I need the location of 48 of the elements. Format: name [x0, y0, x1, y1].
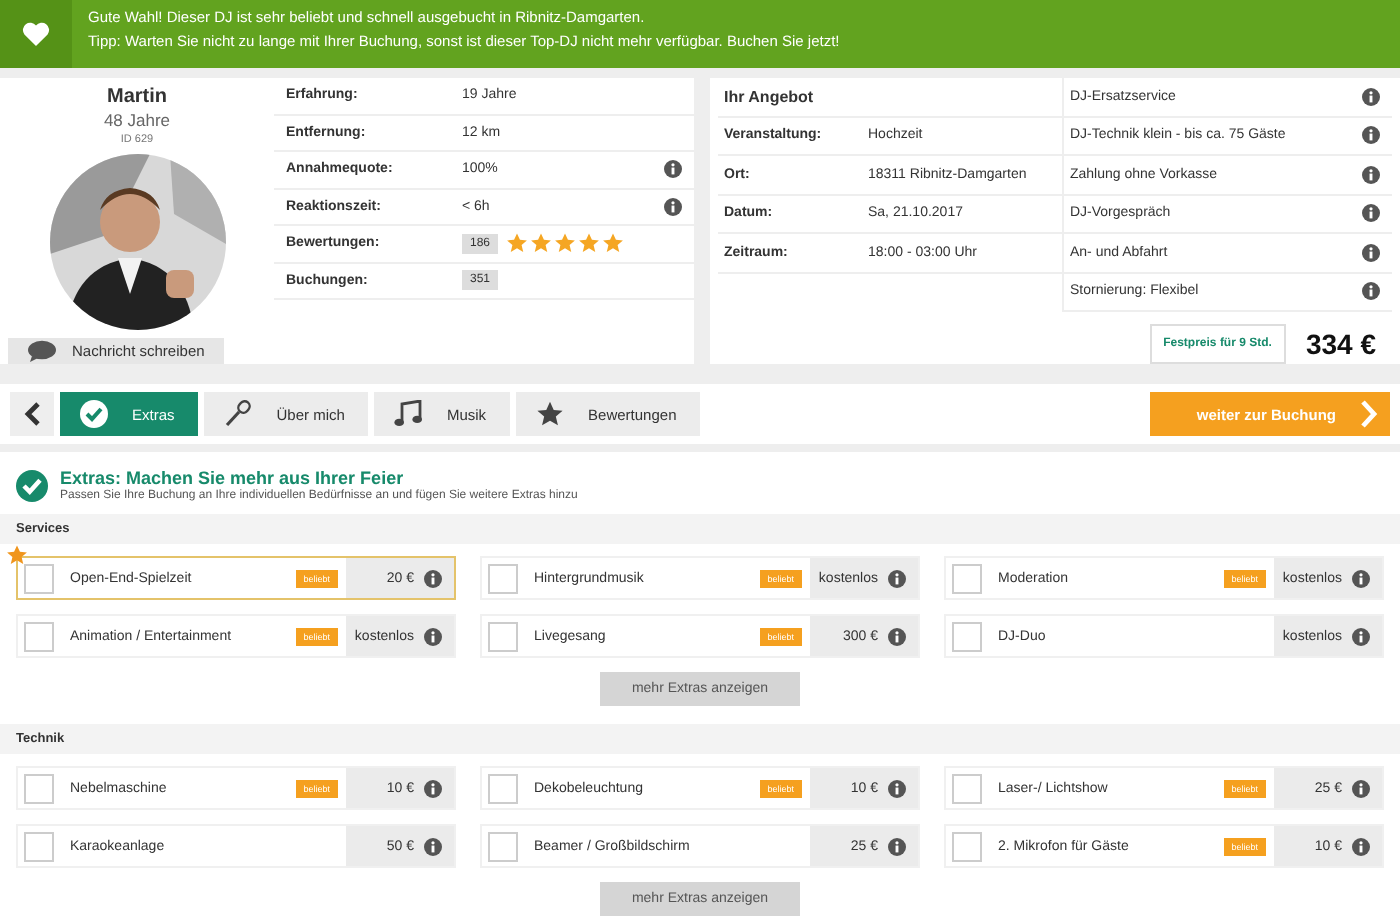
checkbox[interactable] [952, 563, 982, 593]
info-icon[interactable] [888, 569, 906, 587]
checkbox[interactable] [488, 831, 518, 861]
info-icon[interactable] [888, 837, 906, 855]
total-price: 334 € [1305, 328, 1376, 360]
checkbox[interactable] [952, 621, 982, 651]
check-icon [80, 400, 108, 428]
checkbox[interactable] [24, 621, 54, 651]
info-icon[interactable] [1352, 569, 1370, 587]
dj-age: 48 Jahre [103, 110, 171, 130]
checkbox[interactable] [952, 773, 982, 803]
info-icon[interactable] [888, 779, 906, 797]
back-icon [24, 402, 40, 426]
info-icon[interactable] [1362, 126, 1380, 145]
checkbox[interactable] [488, 563, 518, 593]
info-icon[interactable] [1362, 243, 1380, 262]
info-icon[interactable] [1352, 627, 1370, 645]
checkbox[interactable] [24, 773, 54, 803]
checkbox[interactable] [488, 621, 518, 651]
info-icon[interactable] [424, 627, 442, 645]
info-icon[interactable] [1352, 837, 1370, 855]
offer-title: Ihr Angebot [718, 78, 1062, 117]
dj-name: Martin [107, 86, 167, 108]
info-icon[interactable] [1362, 87, 1380, 106]
star-icon [6, 544, 28, 566]
info-icon[interactable] [1362, 282, 1380, 301]
speech-bubble-icon [28, 340, 56, 362]
info-icon[interactable] [424, 837, 442, 855]
info-icon[interactable] [1352, 779, 1370, 797]
chevron-right-icon [1360, 400, 1378, 428]
heart-icon [22, 22, 50, 46]
info-icon[interactable] [664, 197, 682, 216]
music-note-icon [394, 400, 423, 428]
star-icon [536, 400, 565, 428]
info-icon[interactable] [424, 569, 442, 587]
back-button[interactable] [10, 392, 54, 436]
checkbox[interactable] [24, 831, 54, 861]
checkbox[interactable] [952, 831, 982, 861]
checkbox[interactable] [24, 563, 54, 593]
info-icon[interactable] [888, 627, 906, 645]
section-title: Extras: Machen Sie mehr aus Ihrer Feier [60, 468, 406, 488]
info-icon[interactable] [1362, 204, 1380, 223]
checkbox[interactable] [488, 773, 518, 803]
info-icon[interactable] [664, 160, 682, 179]
microphone-icon [224, 400, 253, 428]
info-icon[interactable] [1362, 165, 1380, 184]
check-icon [16, 469, 48, 501]
info-icon[interactable] [424, 779, 442, 797]
